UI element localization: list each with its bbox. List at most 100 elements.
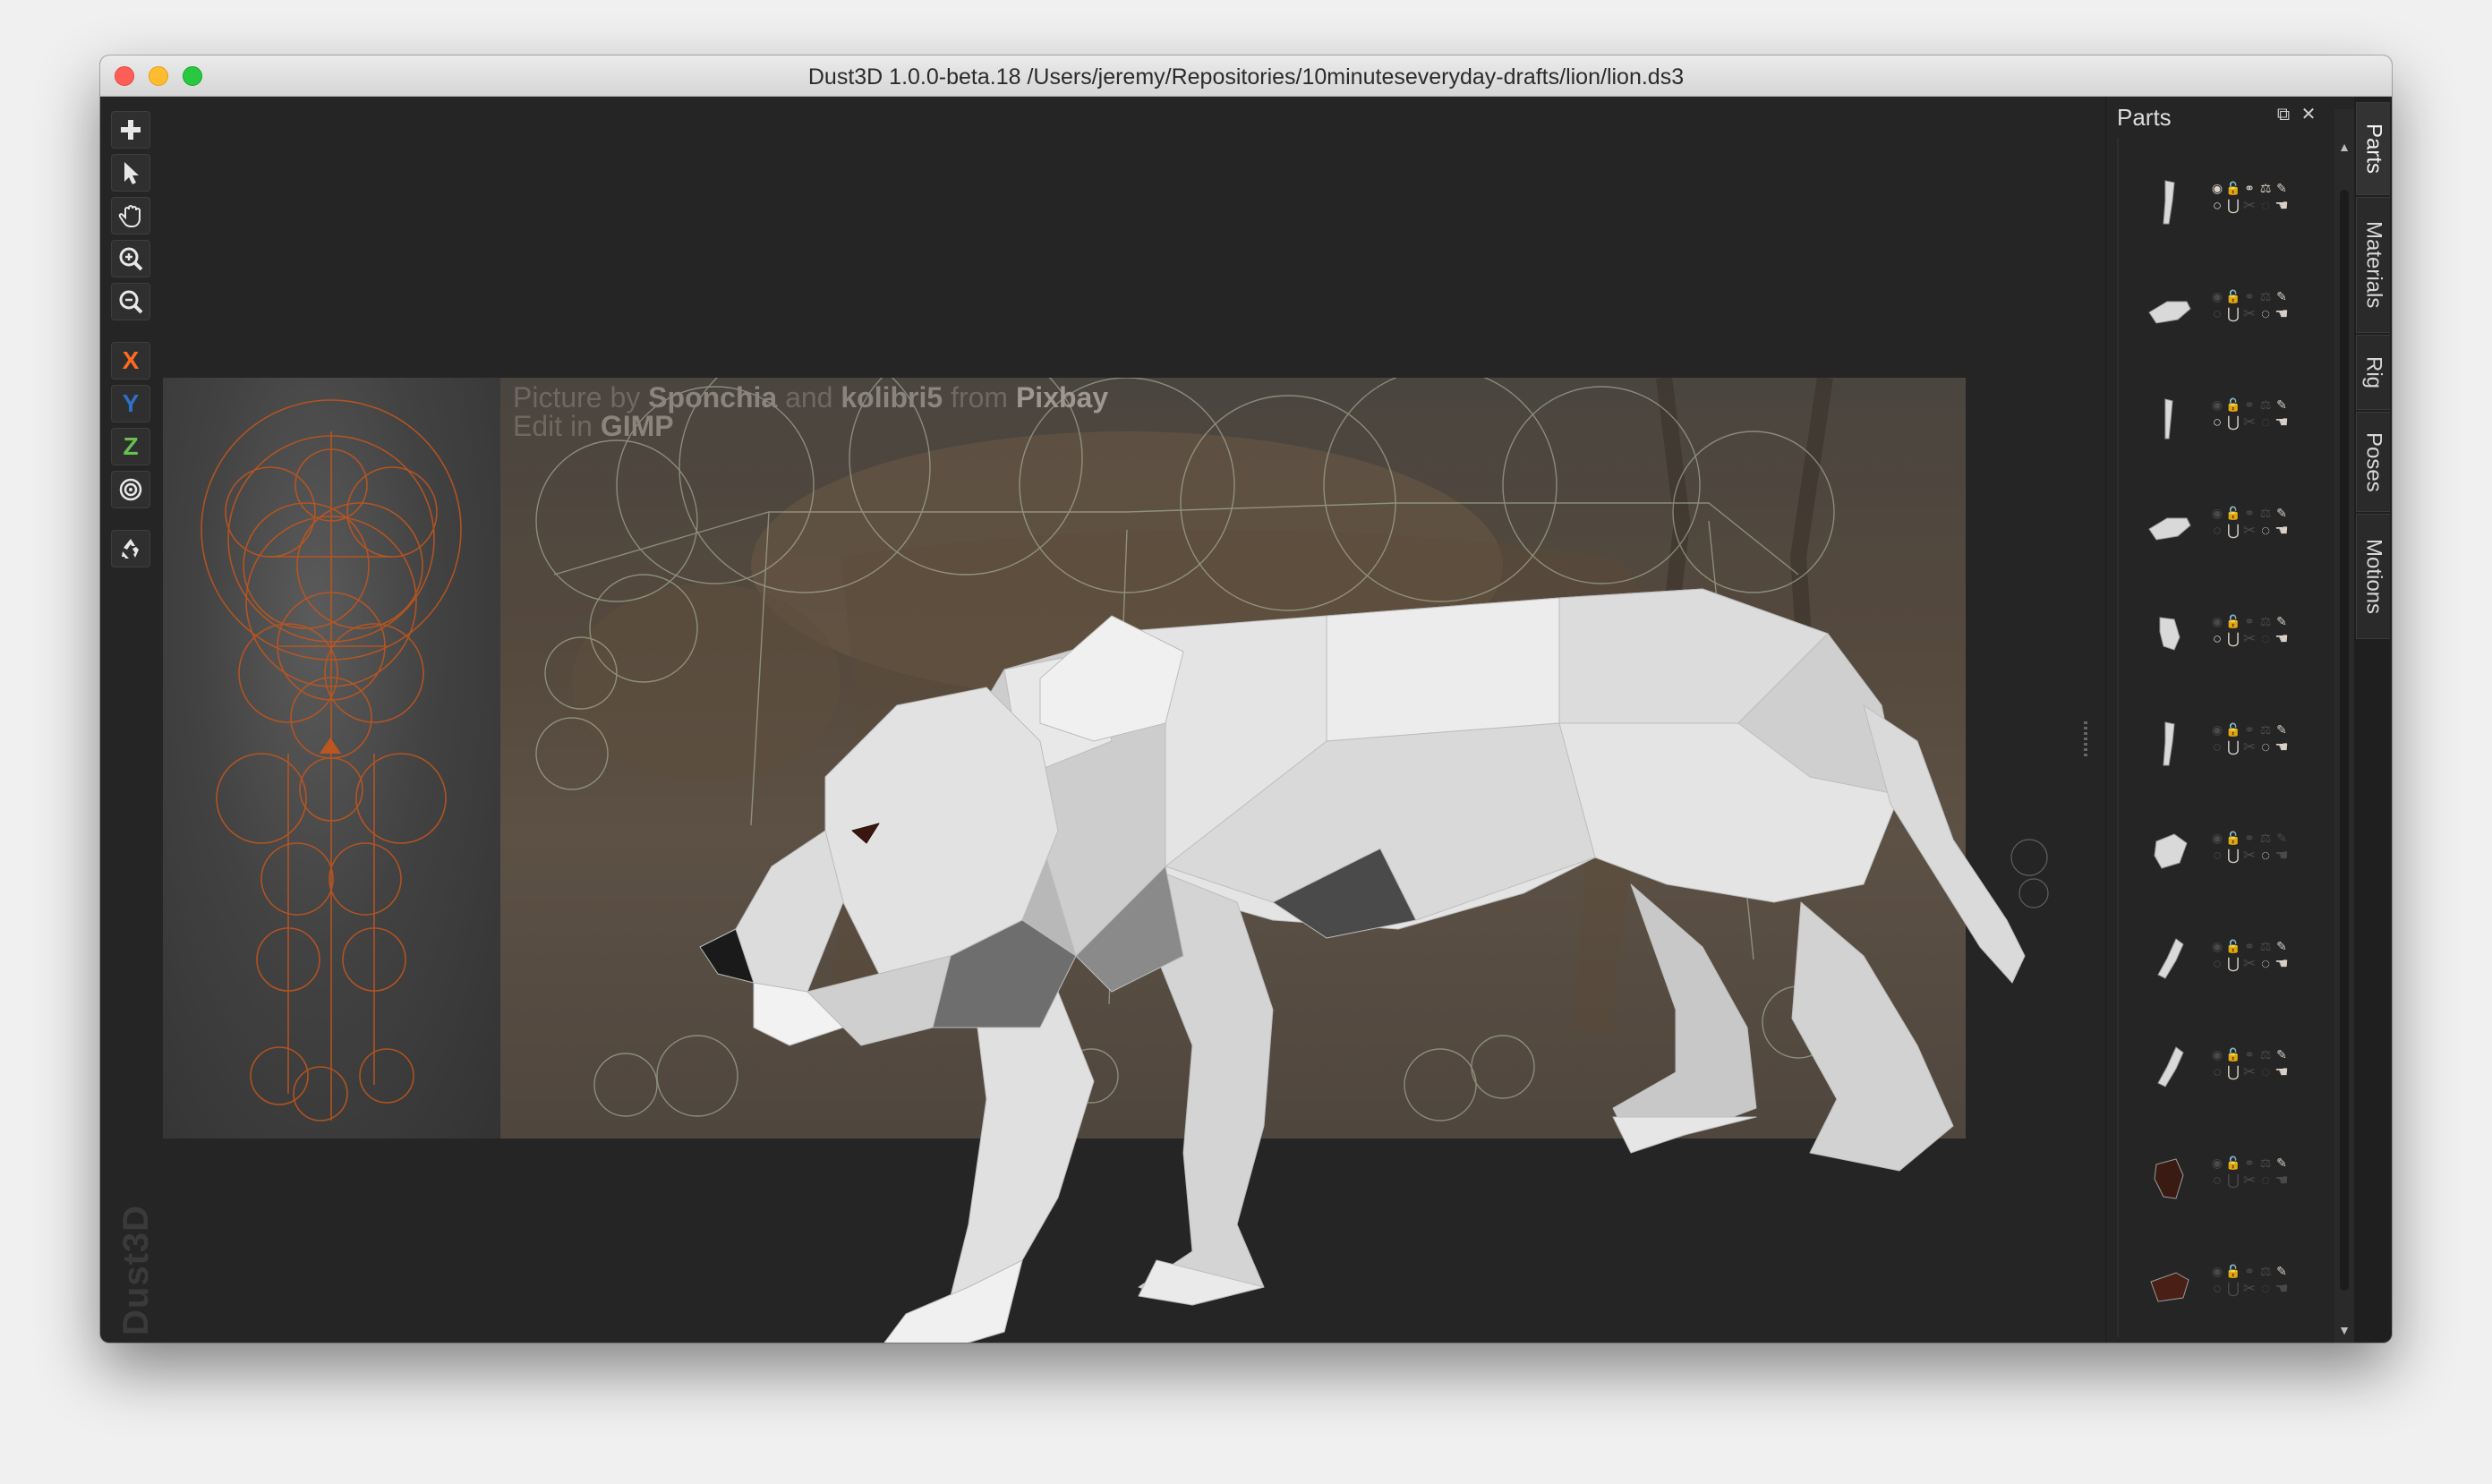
scissors-icon[interactable]: ✂ [2240,197,2258,215]
circle-toggle-icon[interactable]: ○ [2208,1063,2226,1081]
hand-drag-icon[interactable]: ☚ [2273,955,2291,973]
circle-toggle-icon[interactable]: ○ [2208,522,2226,540]
eye-icon[interactable]: ◉ [2208,1045,2226,1063]
color-picker-icon[interactable]: ✎ [2273,721,2291,738]
magnet-icon[interactable]: ⋃ [2224,847,2242,865]
magnet-icon[interactable]: ⋃ [2224,738,2242,756]
scissors-icon[interactable]: ✂ [2240,955,2258,973]
hand-drag-icon[interactable]: ☚ [2273,1280,2291,1298]
eye-icon[interactable]: ◉ [2208,179,2226,197]
dashed-circle-icon[interactable]: ◌ [2257,522,2274,540]
mirror-icon[interactable]: ⚖ [2257,721,2274,738]
part-thumbnail[interactable] [2140,282,2198,339]
parts-scrollbar[interactable]: ▲ ▼ [2334,109,2354,1343]
scissors-icon[interactable]: ✂ [2240,738,2258,756]
circle-toggle-icon[interactable]: ○ [2208,738,2226,756]
part-thumbnail[interactable] [2140,823,2198,881]
mirror-icon[interactable]: ⚖ [2257,1045,2274,1063]
link-icon[interactable]: ⚭ [2240,721,2258,738]
part-thumbnail[interactable] [2140,499,2198,556]
part-row[interactable]: ◉ 🔓 ⚭ ⚖ ✎ ○ ⋃ ✂ ◌ ☚ [2106,262,2312,359]
regenerate-button[interactable] [111,530,150,567]
part-row[interactable]: ◉ 🔓 ⚭ ⚖ ✎ ○ ⋃ ✂ ◌ ☚ [2106,587,2312,684]
lock-icon[interactable]: 🔓 [2224,1154,2242,1172]
lock-icon[interactable]: 🔓 [2224,721,2242,738]
eye-icon[interactable]: ◉ [2208,1154,2226,1172]
mirror-icon[interactable]: ⚖ [2257,1154,2274,1172]
circle-toggle-icon[interactable]: ○ [2208,847,2226,865]
link-icon[interactable]: ⚭ [2240,1045,2258,1063]
tab-motions[interactable]: Motions [2356,514,2390,639]
lion-3d-model[interactable] [163,97,2105,1343]
select-button[interactable] [111,154,150,192]
part-thumbnail[interactable] [2140,932,2198,989]
scissors-icon[interactable]: ✂ [2240,1280,2258,1298]
part-thumbnail[interactable] [2140,1040,2198,1097]
hand-drag-icon[interactable]: ☚ [2273,522,2291,540]
magnet-icon[interactable]: ⋃ [2224,1280,2242,1298]
part-row[interactable]: ◉ 🔓 ⚭ ⚖ ✎ ○ ⋃ ✂ ◌ ☚ [2106,479,2312,576]
part-thumbnail[interactable] [2140,607,2198,664]
part-thumbnail[interactable] [2140,715,2198,772]
tab-parts[interactable]: Parts [2356,102,2390,195]
eye-icon[interactable]: ◉ [2208,287,2226,305]
dashed-circle-icon[interactable]: ◌ [2257,305,2274,323]
part-thumbnail[interactable] [2140,390,2198,448]
drag-button[interactable] [111,197,150,235]
magnet-icon[interactable]: ⋃ [2224,305,2242,323]
color-picker-icon[interactable]: ✎ [2273,1154,2291,1172]
lock-icon[interactable]: 🔓 [2224,287,2242,305]
color-picker-icon[interactable]: ✎ [2273,287,2291,305]
link-icon[interactable]: ⚭ [2240,612,2258,630]
circle-toggle-icon[interactable]: ○ [2208,305,2226,323]
zoom-in-button[interactable] [111,240,150,277]
scroll-thumb[interactable] [2340,190,2349,1291]
mirror-icon[interactable]: ⚖ [2257,179,2274,197]
part-thumbnail[interactable] [2140,1257,2198,1314]
part-row[interactable]: ◉ 🔓 ⚭ ⚖ ✎ ○ ⋃ ✂ ◌ ☚ [2106,154,2312,251]
hand-drag-icon[interactable]: ☚ [2273,197,2291,215]
part-row[interactable]: ◉ 🔓 ⚭ ⚖ ✎ ○ ⋃ ✂ ◌ ☚ [2106,1020,2312,1117]
float-window-icon[interactable]: ⧉ [2273,104,2294,125]
tab-rig[interactable]: Rig [2356,335,2390,410]
color-picker-icon[interactable]: ✎ [2273,937,2291,955]
circle-toggle-icon[interactable]: ○ [2208,630,2226,648]
circle-toggle-icon[interactable]: ○ [2208,955,2226,973]
magnet-icon[interactable]: ⋃ [2224,414,2242,431]
radius-lock-button[interactable] [111,471,150,508]
dashed-circle-icon[interactable]: ◌ [2257,1063,2274,1081]
magnet-icon[interactable]: ⋃ [2224,955,2242,973]
mirror-icon[interactable]: ⚖ [2257,396,2274,414]
part-thumbnail[interactable] [2140,174,2198,231]
scissors-icon[interactable]: ✂ [2240,1063,2258,1081]
lock-icon[interactable]: 🔓 [2224,612,2242,630]
lock-icon[interactable]: 🔓 [2224,396,2242,414]
scroll-down-arrow-icon[interactable]: ▼ [2337,1323,2351,1337]
tab-poses[interactable]: Poses [2356,412,2390,512]
color-picker-icon[interactable]: ✎ [2273,1045,2291,1063]
eye-icon[interactable]: ◉ [2208,721,2226,738]
mirror-icon[interactable]: ⚖ [2257,504,2274,522]
dashed-circle-icon[interactable]: ◌ [2257,738,2274,756]
hand-drag-icon[interactable]: ☚ [2273,414,2291,431]
color-picker-icon[interactable]: ✎ [2273,504,2291,522]
link-icon[interactable]: ⚭ [2240,179,2258,197]
scroll-up-arrow-icon[interactable]: ▲ [2337,140,2351,154]
mirror-icon[interactable]: ⚖ [2257,612,2274,630]
dashed-circle-icon[interactable]: ◌ [2257,1172,2274,1190]
scissors-icon[interactable]: ✂ [2240,847,2258,865]
z-lock-button[interactable]: Z [111,428,150,465]
model-canvas[interactable]: Picture by Sponchia and kolibri5 from Pi… [163,97,2105,1343]
hand-drag-icon[interactable]: ☚ [2273,305,2291,323]
eye-icon[interactable]: ◉ [2208,1262,2226,1280]
hand-drag-icon[interactable]: ☚ [2273,847,2291,865]
magnet-icon[interactable]: ⋃ [2224,1172,2242,1190]
circle-toggle-icon[interactable]: ○ [2208,1172,2226,1190]
eye-icon[interactable]: ◉ [2208,937,2226,955]
link-icon[interactable]: ⚭ [2240,287,2258,305]
part-row[interactable]: ◉ 🔓 ⚭ ⚖ ✎ ○ ⋃ ✂ ◌ ☚ [2106,1237,2312,1334]
part-row[interactable]: ◉ 🔓 ⚭ ⚖ ✎ ○ ⋃ ✂ ◌ ☚ [2106,1129,2312,1225]
hand-drag-icon[interactable]: ☚ [2273,738,2291,756]
color-picker-icon[interactable]: ✎ [2273,612,2291,630]
color-picker-icon[interactable]: ✎ [2273,179,2291,197]
